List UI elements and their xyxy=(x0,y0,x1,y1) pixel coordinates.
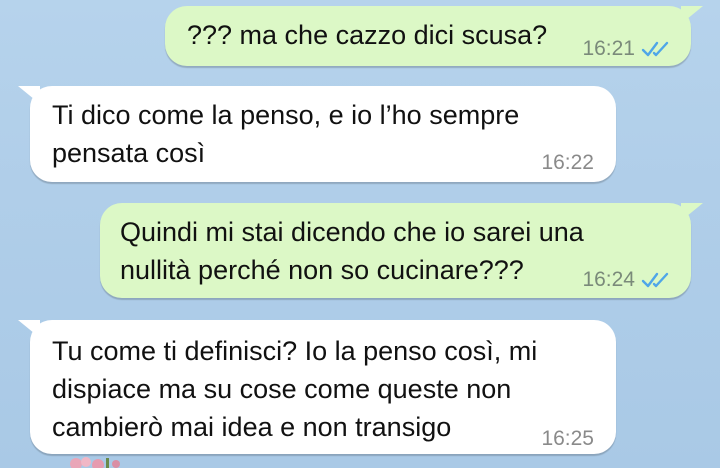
message-time: 16:22 xyxy=(541,151,594,174)
message-text: Ti dico come la penso, e io l’ho sempre … xyxy=(52,100,520,168)
double-check-read-icon xyxy=(641,272,669,288)
bubble-tail xyxy=(681,6,703,24)
message-time: 16:24 xyxy=(582,268,635,291)
message-time: 16:25 xyxy=(541,427,594,450)
message-meta: 16:24 xyxy=(582,261,671,299)
bubble-tail xyxy=(18,320,40,338)
message-meta: 16:21 xyxy=(582,30,671,68)
wallpaper-flower-decoration xyxy=(70,457,120,468)
message-bubble-incoming[interactable]: Ti dico come la penso, e io l’ho sempre … xyxy=(18,86,616,182)
message-time: 16:21 xyxy=(582,37,635,60)
message-meta: 16:22 xyxy=(541,144,594,182)
double-check-read-icon xyxy=(641,41,669,57)
message-bubble-incoming[interactable]: Tu come ti definisci? Io la penso così, … xyxy=(18,320,616,454)
message-bubble-outgoing[interactable]: Quindi mi stai dicendo che io sarei una … xyxy=(100,203,703,299)
bubble-tail xyxy=(681,203,703,221)
bubble-tail xyxy=(18,86,40,104)
chat-conversation[interactable]: ??? ma che cazzo dici scusa? 16:21 Ti di… xyxy=(0,0,720,468)
message-text: Tu come ti definisci? Io la penso così, … xyxy=(52,336,538,442)
message-meta: 16:25 xyxy=(541,420,594,458)
message-bubble-outgoing[interactable]: ??? ma che cazzo dici scusa? 16:21 xyxy=(165,6,703,68)
